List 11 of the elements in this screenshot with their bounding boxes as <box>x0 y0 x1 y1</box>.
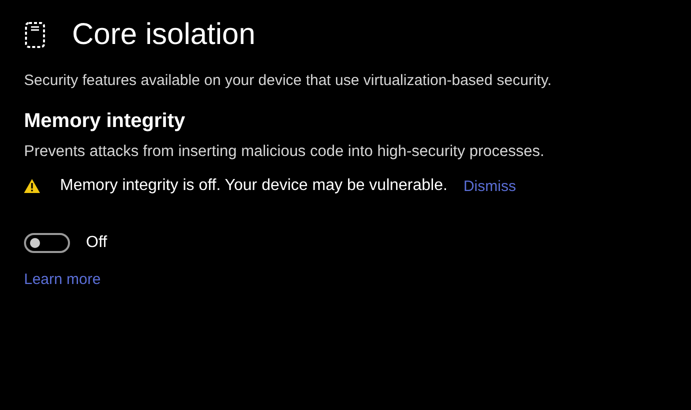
warning-message: Memory integrity is off. Your device may be vulnerable. <box>60 177 448 195</box>
toggle-label: Off <box>86 234 108 252</box>
dismiss-link[interactable]: Dismiss <box>463 178 516 194</box>
page-description: Security features available on your device that use virtualization-based security. <box>24 71 552 91</box>
warning-icon <box>24 179 40 193</box>
learn-more-link[interactable]: Learn more <box>24 271 101 288</box>
section-description: Prevents attacks from inserting malicious code into high-security processes. <box>24 142 546 162</box>
section-heading: Memory integrity <box>24 110 186 133</box>
toggle-switch[interactable] <box>24 233 70 253</box>
page-title: Core isolation <box>72 18 256 52</box>
core-isolation-icon <box>24 21 46 49</box>
